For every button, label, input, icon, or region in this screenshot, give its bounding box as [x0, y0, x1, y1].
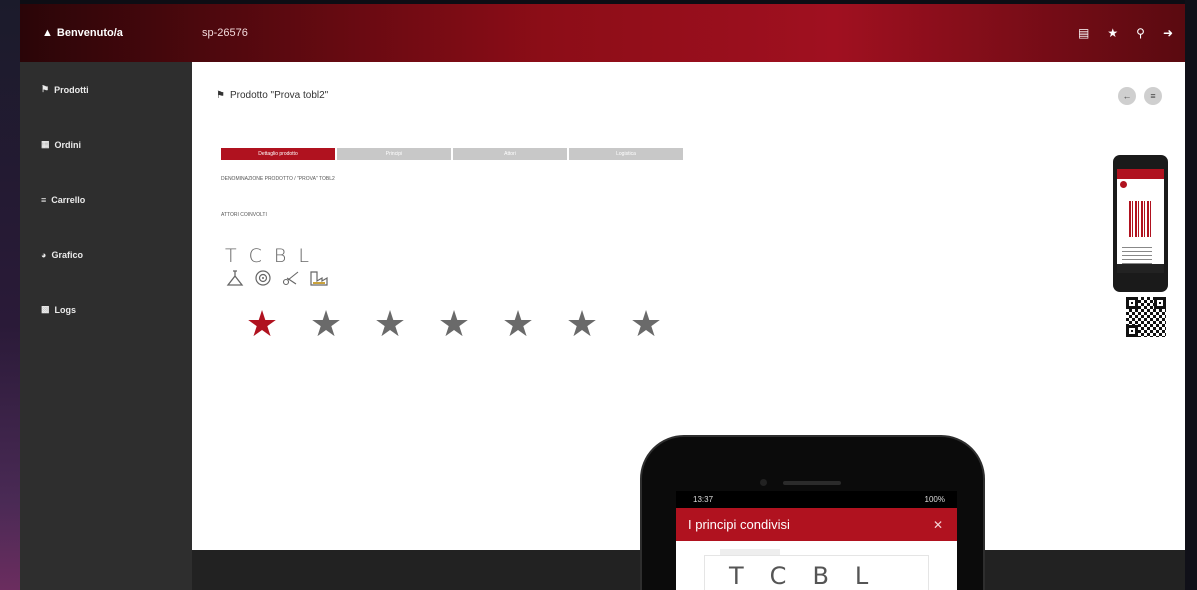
- brand[interactable]: ▲ Benvenuto/a: [20, 27, 192, 39]
- grid-icon: ▦: [41, 139, 50, 149]
- list-icon: ≡: [41, 194, 47, 205]
- principle-letters: T C B L: [225, 245, 309, 267]
- qr-finder-icon: [1154, 297, 1166, 309]
- tab-bar: Dettaglio prodotto Principi Attori Logis…: [221, 148, 683, 160]
- star-icon: ★: [437, 304, 471, 345]
- phone-preview[interactable]: [1113, 155, 1168, 292]
- letter-c: C: [769, 562, 787, 590]
- letter-l: L: [298, 245, 309, 267]
- page-title: ⚑ Prodotto "Prova tobl2": [216, 90, 328, 101]
- phone-preview-screen: [1117, 169, 1164, 273]
- target-icon: [255, 270, 271, 286]
- star-1[interactable]: ★: [230, 307, 294, 345]
- tab-logistica[interactable]: Logistica: [569, 148, 683, 160]
- sidebar-item-label: Grafico: [51, 249, 83, 260]
- sidebar-item-ordini[interactable]: ▦ Ordini: [20, 117, 192, 172]
- factory-icon: [310, 271, 328, 286]
- star-icon[interactable]: ★: [1107, 26, 1118, 40]
- letter-c: C: [248, 245, 262, 267]
- phone-speaker: [783, 481, 841, 485]
- star-4[interactable]: ★: [422, 307, 486, 345]
- star-icon: ★: [629, 304, 663, 345]
- letter-t: T: [225, 245, 237, 267]
- modal-title: I principi condivisi: [688, 517, 790, 532]
- barcode-icon: [1129, 201, 1151, 237]
- desktop-background-left: [0, 0, 20, 590]
- user-icon: ▲: [42, 27, 53, 39]
- back-button[interactable]: ←: [1118, 87, 1136, 105]
- star-icon: ★: [245, 304, 279, 345]
- product-name-label: DENOMINAZIONE PRODOTTO / "PROVA" TOBL2: [221, 176, 335, 182]
- qr-finder-icon: [1126, 325, 1138, 337]
- letter-b: B: [273, 245, 287, 267]
- letter-b: B: [812, 562, 829, 590]
- star-icon: ★: [565, 304, 599, 345]
- tab-attori[interactable]: Attori: [453, 148, 567, 160]
- star-icon: ★: [309, 304, 343, 345]
- phone-preview-header: [1117, 169, 1164, 179]
- product-code: sp-26576: [202, 27, 248, 39]
- key-icon[interactable]: ⚲: [1136, 26, 1145, 40]
- tag-icon: ⚑: [216, 90, 225, 101]
- letter-l: L: [854, 562, 869, 590]
- star-3[interactable]: ★: [358, 307, 422, 345]
- sidebar-item-label: Logs: [54, 304, 77, 315]
- tab-dettaglio[interactable]: Dettaglio prodotto: [221, 148, 335, 160]
- desktop-background-right: [1185, 0, 1197, 590]
- sidebar-item-carrello[interactable]: ≡ Carrello: [20, 172, 192, 227]
- tab-principi[interactable]: Principi: [337, 148, 451, 160]
- star-7[interactable]: ★: [614, 307, 678, 345]
- phone-mockup: 13:37 100% I principi condivisi ✕ T C B …: [640, 435, 985, 590]
- phone-battery: 100%: [924, 495, 945, 504]
- sidebar-item-logs[interactable]: ▩ Logs: [20, 282, 192, 337]
- document-icon[interactable]: ▤: [1078, 26, 1089, 40]
- close-icon[interactable]: ✕: [933, 518, 943, 532]
- star-6[interactable]: ★: [550, 307, 614, 345]
- principle-pictograms: [225, 269, 329, 287]
- modal-letters: T C B L: [729, 562, 868, 590]
- chart-icon: ▩: [41, 304, 50, 314]
- star-icon: ★: [373, 304, 407, 345]
- qr-code[interactable]: [1126, 297, 1166, 337]
- scissors-icon: [282, 271, 299, 286]
- star-5[interactable]: ★: [486, 307, 550, 345]
- sidebar-item-prodotti[interactable]: ⚑ Prodotti: [20, 62, 192, 117]
- phone-screen: 13:37 100% I principi condivisi ✕ T C B …: [676, 491, 957, 590]
- tag-icon: ⚑: [41, 84, 50, 94]
- sidebar-item-label: Ordini: [54, 139, 82, 150]
- modal-header: I principi condivisi ✕: [676, 508, 957, 541]
- menu-button[interactable]: ≡: [1144, 87, 1162, 105]
- brand-label: Benvenuto/a: [56, 27, 123, 39]
- phone-time: 13:37: [693, 495, 714, 504]
- sidebar-item-label: Carrello: [51, 194, 86, 205]
- flask-icon: [226, 270, 244, 286]
- modal-card: T C B L: [704, 555, 929, 590]
- phone-status-bar: 13:37 100%: [676, 491, 957, 508]
- sidebar-item-label: Prodotti: [54, 84, 89, 95]
- star-2[interactable]: ★: [294, 307, 358, 345]
- camera-icon: [760, 479, 767, 486]
- top-actions: ▤ ★ ⚲ ➜: [1078, 4, 1173, 62]
- logo-icon: [1120, 181, 1127, 188]
- letter-t: T: [729, 562, 744, 590]
- qr-finder-icon: [1126, 297, 1138, 309]
- logout-icon[interactable]: ➜: [1163, 26, 1173, 40]
- top-navbar: ▲ Benvenuto/a sp-26576 ▤ ★ ⚲ ➜: [20, 4, 1185, 62]
- page-title-text: Prodotto "Prova tobl2": [229, 90, 329, 101]
- sidebar: ⚑ Prodotti ▦ Ordini ≡ Carrello ◕ Grafico…: [20, 62, 192, 590]
- actors-label: ATTORI COINVOLTI: [221, 212, 267, 218]
- star-icon: ★: [501, 304, 535, 345]
- sidebar-item-grafico[interactable]: ◕ Grafico: [20, 227, 192, 282]
- phone-preview-nav: [1117, 264, 1164, 273]
- principles-stars: ★ ★ ★ ★ ★ ★ ★: [230, 307, 678, 345]
- globe-icon: ◕: [41, 249, 47, 260]
